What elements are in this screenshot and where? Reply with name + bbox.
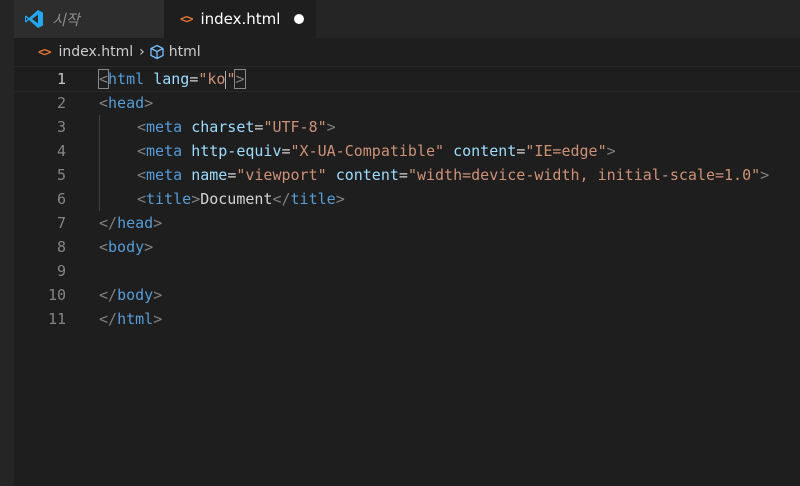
vscode-logo-icon [24,9,44,29]
code-text: </head> [99,214,163,232]
line-number: 10 [47,286,66,304]
code-line[interactable]: 9 [14,259,800,283]
line-number: 3 [56,118,66,136]
code-editor[interactable]: 1 <html lang="ko"> 2 <head> 3 <meta charset="… [13,66,800,486]
tab-index-html[interactable]: <> index.html [164,0,316,38]
indent-guide [99,187,100,211]
code-text: <html lang="ko"> [97,69,246,89]
code-line[interactable]: 10 </body> [14,283,800,307]
indent-guide [99,163,100,187]
code-text: <meta http-equiv="X-UA-Compatible" conte… [137,142,616,160]
code-line[interactable]: 6 <title>Document</title> [14,187,800,211]
tab-index-label: index.html [200,10,281,28]
code-line[interactable]: 8 <body> [14,235,800,259]
line-number: 6 [56,190,66,208]
code-line[interactable]: 3 <meta charset="UTF-8"> [14,115,800,139]
breadcrumb-symbol[interactable]: html [169,44,201,60]
symbol-cube-icon [149,44,165,60]
tab-welcome[interactable]: 시작 [14,0,164,38]
line-number: 11 [47,310,66,328]
breadcrumb-file[interactable]: index.html [58,44,133,60]
code-text: </html> [99,310,163,328]
line-number: 9 [56,262,66,280]
html-file-icon: <> [180,12,193,26]
code-text: <head> [99,94,154,112]
activity-bar-edge [0,0,14,486]
indent-guide [99,115,100,139]
html-file-icon: <> [38,45,51,59]
code-line[interactable]: 7 </head> [14,211,800,235]
code-line[interactable]: 4 <meta http-equiv="X-UA-Compatible" cont… [14,139,800,163]
code-line[interactable]: 1 <html lang="ko"> [13,66,800,92]
line-number: 4 [56,142,66,160]
code-text: </body> [99,286,163,304]
editor-window: 시작 <> index.html <> index.html › html 1 <… [0,0,800,486]
code-text: <meta name="viewport" content="width=dev… [137,166,770,184]
code-text: <meta charset="UTF-8"> [137,118,336,136]
line-number: 8 [56,238,66,256]
code-text: <title>Document</title> [137,190,345,208]
unsaved-dot-icon[interactable] [294,14,305,24]
line-number: 1 [56,70,66,88]
line-number: 7 [56,214,66,232]
line-number: 5 [56,166,66,184]
indent-guide [99,139,100,163]
line-number: 2 [56,94,66,112]
code-line[interactable]: 11 </html> [14,307,800,331]
breadcrumb: <> index.html › html [14,38,800,66]
tab-welcome-label: 시작 [52,10,80,29]
tab-bar: 시작 <> index.html [0,0,800,38]
code-text: <body> [99,238,154,256]
code-line[interactable]: 2 <head> [14,91,800,115]
chevron-right-icon: › [139,44,145,60]
code-line[interactable]: 5 <meta name="viewport" content="width=de… [14,163,800,187]
